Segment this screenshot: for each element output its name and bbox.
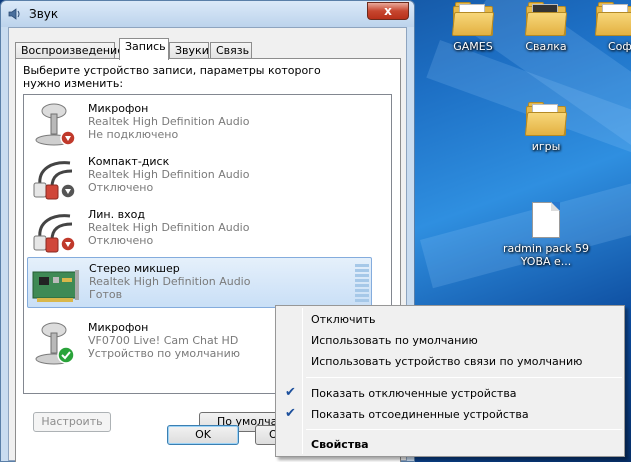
window-title: Звук: [29, 7, 59, 21]
tab-playback[interactable]: Воспроизведение: [15, 42, 124, 59]
tab-communications[interactable]: Связь: [210, 42, 252, 59]
desktop-icon-label: Свалка: [525, 40, 567, 53]
device-status: Устройство по умолчанию: [88, 347, 241, 360]
device-name: Микрофон: [88, 102, 149, 115]
device-status: Готов: [89, 288, 123, 301]
menu-item-set-default[interactable]: Использовать по умолчанию: [278, 330, 622, 350]
checkmark-icon: ✔: [285, 406, 296, 421]
desktop-icon-label: игры: [531, 140, 561, 153]
microphone-icon: [35, 322, 75, 365]
menu-separator: [306, 377, 622, 378]
folder-icon: [594, 2, 631, 36]
device-name: Микрофон: [88, 321, 149, 334]
speaker-icon: [8, 8, 20, 20]
tab-recording[interactable]: Запись: [119, 38, 169, 60]
folder-icon: [524, 2, 568, 36]
menu-item-label: Использовать устройство связи по умолчан…: [311, 355, 583, 368]
desktop-icon-label: radmin pack 59 YOBA e...: [502, 242, 590, 268]
menu-item-label: Показать отключенные устройства: [311, 387, 517, 400]
menu-separator: [306, 429, 622, 430]
context-menu: Отключить Использовать по умолчанию Испо…: [275, 305, 625, 457]
menu-item-label: Показать отсоединенные устройства: [311, 408, 529, 421]
configure-button[interactable]: Настроить: [33, 412, 111, 432]
menu-item-show-disabled[interactable]: ✔ Показать отключенные устройства: [278, 383, 622, 403]
device-row-stereo-mix[interactable]: Стерео микшер Realtek High Definition Au…: [27, 257, 372, 308]
device-row-cd[interactable]: Компакт-диск Realtek High Definition Aud…: [27, 151, 372, 202]
device-driver: VF0700 Live! Cam Chat HD: [88, 334, 239, 347]
desktop-icon-games[interactable]: GAMES: [438, 2, 508, 53]
menu-item-disable[interactable]: Отключить: [278, 309, 622, 329]
close-button[interactable]: x: [367, 2, 409, 20]
device-driver: Realtek High Definition Audio: [89, 275, 251, 288]
menu-item-set-default-comm[interactable]: Использовать устройство связи по умолчан…: [278, 351, 622, 371]
microphone-icon: [35, 103, 76, 146]
device-driver: Realtek High Definition Audio: [88, 168, 250, 181]
menu-item-label: Использовать по умолчанию: [311, 334, 478, 347]
device-name: Лин. вход: [88, 208, 145, 221]
device-status: Не подключено: [88, 128, 179, 141]
title-bar[interactable]: Звук x: [1, 1, 414, 27]
menu-item-properties[interactable]: Свойства: [278, 434, 622, 454]
close-icon: x: [384, 4, 392, 18]
menu-item-label: Отключить: [311, 313, 376, 326]
device-status: Отключено: [88, 181, 154, 194]
device-name: Стерео микшер: [89, 262, 180, 275]
default-check-badge: [57, 346, 75, 364]
device-row-microphone-realtek[interactable]: Микрофон Realtek High Definition Audio Н…: [27, 98, 372, 149]
tab-sounds[interactable]: Звуки: [169, 42, 209, 59]
desktop-icon-label: Соф: [608, 40, 631, 53]
file-icon: [532, 202, 560, 238]
device-driver: Realtek High Definition Audio: [88, 221, 250, 234]
desktop-icon-radmin[interactable]: radmin pack 59 YOBA e...: [500, 202, 592, 268]
audio-cable-icon: [33, 161, 76, 200]
audio-cable-icon: [33, 214, 76, 253]
device-status: Отключено: [88, 234, 154, 247]
level-meter: [355, 264, 369, 304]
menu-item-show-disconnected[interactable]: ✔ Показать отсоединенные устройства: [278, 404, 622, 424]
folder-icon: [524, 102, 568, 136]
menu-item-label: Свойства: [311, 438, 369, 451]
device-row-line-in[interactable]: Лин. вход Realtek High Definition Audio …: [27, 204, 372, 255]
prompt-text: Выберите устройство записи, параметры ко…: [23, 64, 321, 90]
desktop-icon-svalka[interactable]: Свалка: [511, 2, 581, 53]
folder-icon: [451, 2, 495, 36]
ok-button[interactable]: OK: [167, 425, 239, 445]
checkmark-icon: ✔: [285, 385, 296, 400]
desktop-icon-igry[interactable]: игры: [511, 102, 581, 153]
device-name: Компакт-диск: [88, 155, 170, 168]
sound-card-icon: [32, 270, 79, 302]
desktop-icon-label: GAMES: [453, 40, 493, 53]
desktop-icon-soft[interactable]: Соф: [588, 2, 631, 53]
device-driver: Realtek High Definition Audio: [88, 115, 250, 128]
